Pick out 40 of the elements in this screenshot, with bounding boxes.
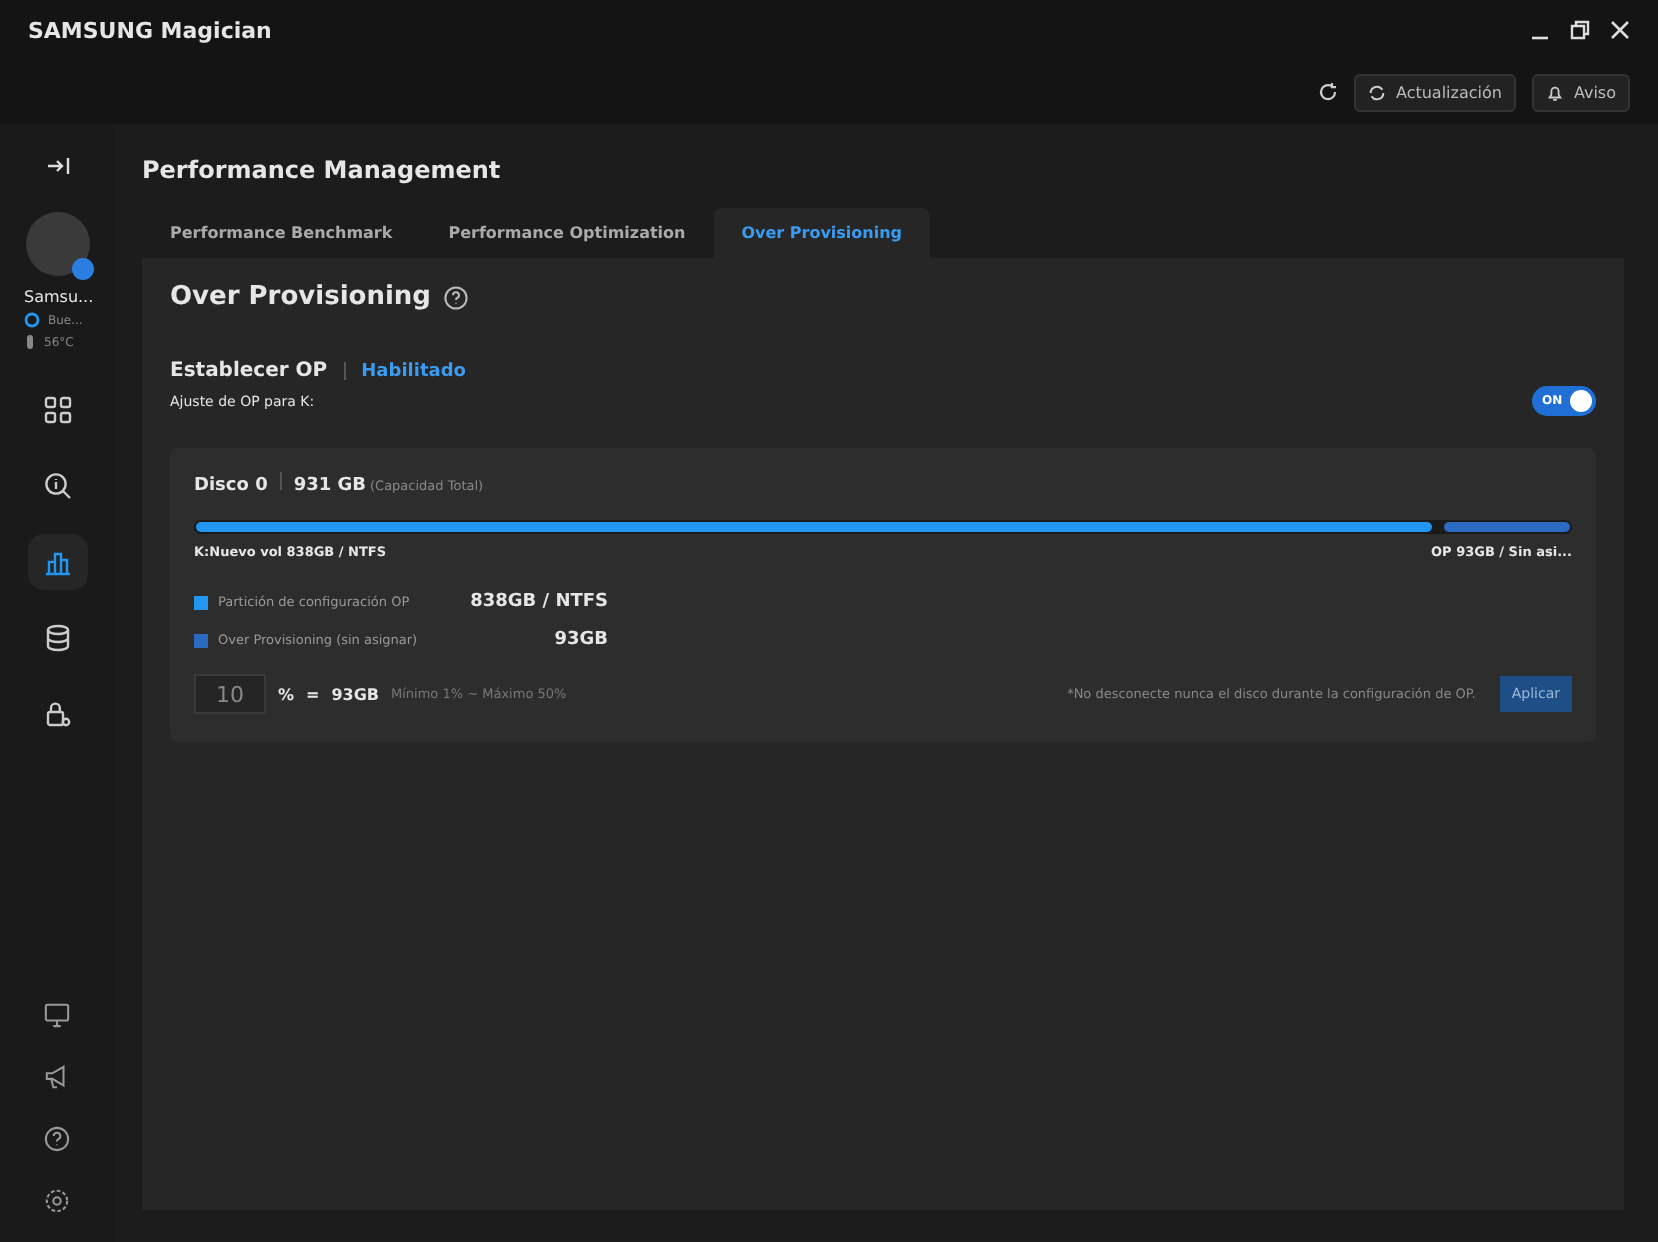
op-fill [1444, 522, 1570, 532]
op-label: Establecer OP [170, 360, 328, 382]
help-icon[interactable] [44, 1126, 70, 1152]
tab[interactable]: Performance Optimization [420, 208, 714, 258]
device-name: Samsu... [22, 288, 94, 306]
bar-chart-icon [43, 548, 71, 576]
equals-sign: = [306, 685, 320, 703]
op-size: 93GB [331, 685, 380, 703]
drive-avatar[interactable] [25, 212, 89, 276]
lock-icon [43, 700, 71, 728]
update-button[interactable]: Actualización [1353, 73, 1516, 111]
sync-icon [1367, 83, 1386, 101]
bell-icon [1545, 83, 1564, 101]
disk-name: Disco 0 [194, 476, 268, 496]
megaphone-icon[interactable] [44, 1064, 70, 1090]
op-status: Habilitado [361, 361, 466, 381]
dashboard-icon [43, 396, 71, 424]
close-icon[interactable] [1610, 20, 1630, 40]
restore-icon[interactable] [1570, 20, 1590, 40]
legend-value: 838GB / NTFS [468, 592, 608, 612]
tab[interactable]: Over Provisioning [713, 208, 931, 258]
database-icon [43, 624, 71, 652]
search-icon [43, 472, 71, 500]
help-icon[interactable] [444, 285, 469, 309]
expand-sidebar-icon[interactable] [45, 156, 69, 176]
percent-sign: % [278, 685, 295, 703]
monitor-icon[interactable] [44, 1002, 70, 1028]
status-ring-icon [24, 312, 40, 328]
legend-value: 93GB [552, 630, 608, 650]
tab[interactable]: Performance Benchmark [142, 208, 421, 258]
settings-icon[interactable] [44, 1188, 70, 1214]
section-title: Over Provisioning [170, 282, 431, 312]
refresh-icon[interactable] [1317, 82, 1338, 102]
thermometer-icon [24, 334, 36, 350]
notice-button[interactable]: Aviso [1531, 73, 1630, 111]
sidebar-nav-item[interactable] [27, 534, 87, 590]
page-title: Performance Management [142, 156, 503, 184]
window-title: SAMSUNG Magician [28, 17, 272, 43]
disk-capacity: 931 GB [293, 476, 366, 496]
percent-input[interactable]: 10 [194, 674, 266, 714]
